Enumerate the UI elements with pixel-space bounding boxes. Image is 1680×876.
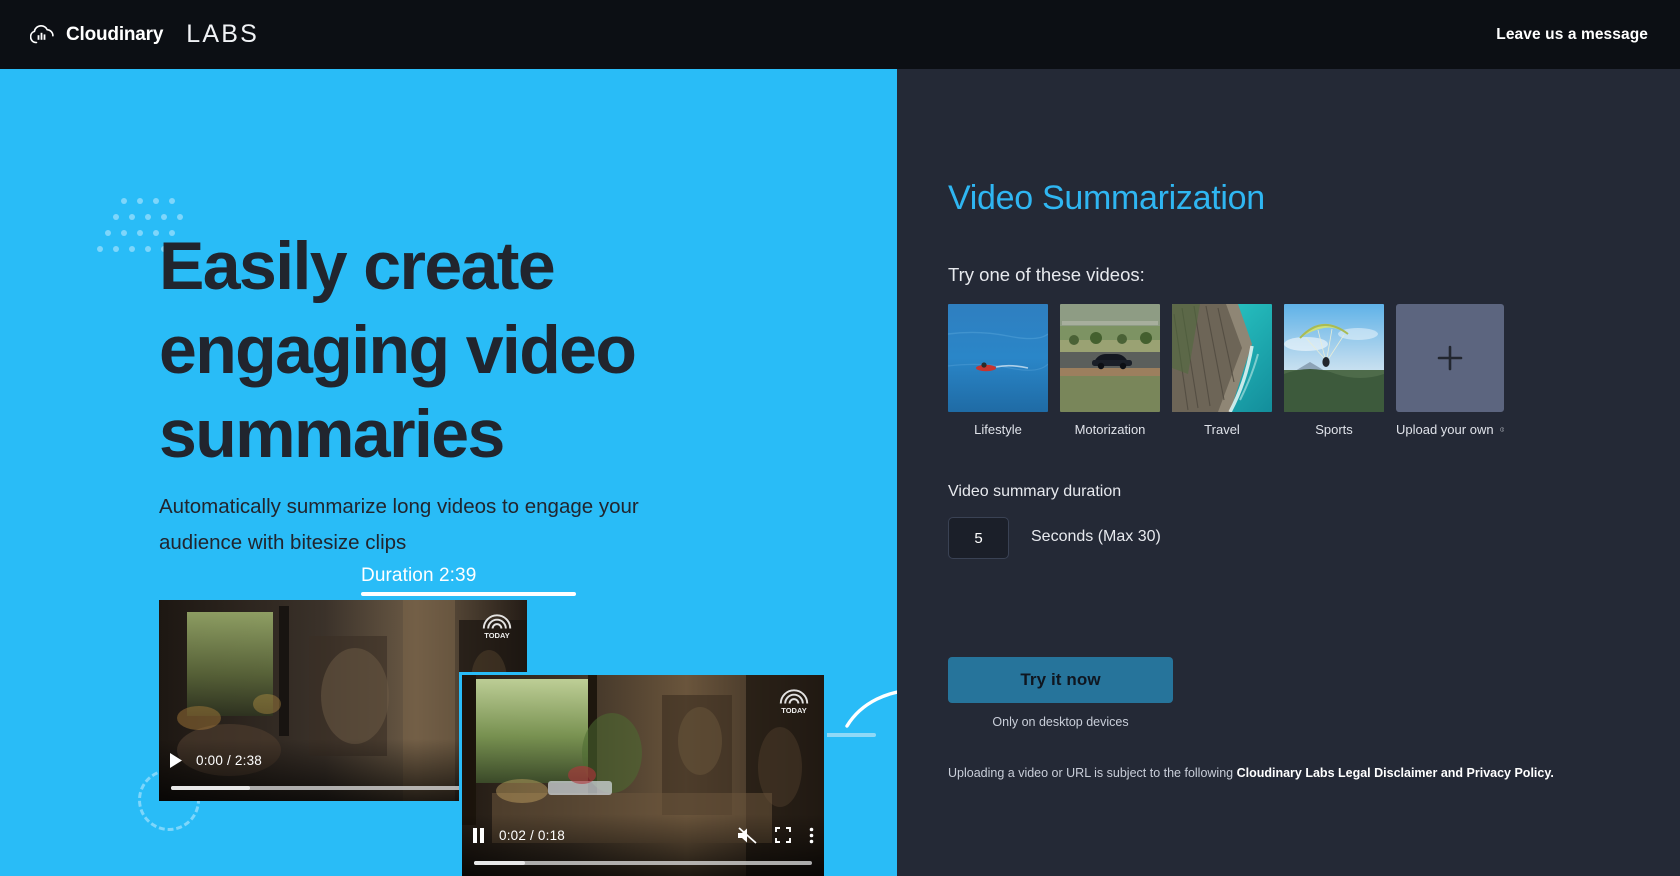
try-videos-label: Try one of these videos: (948, 264, 1145, 285)
sports-thumbnail-image (1284, 304, 1384, 412)
duration-input[interactable] (948, 517, 1009, 559)
curved-arrow-icon (845, 690, 897, 728)
lifestyle-label: Lifestyle (974, 422, 1022, 437)
kebab-menu-icon[interactable] (809, 827, 814, 844)
upload-label: Upload your own (1396, 422, 1494, 437)
summary-time-display: 0:02 / 0:18 (499, 827, 566, 843)
upload-caption: Upload your own (1396, 422, 1504, 437)
summary-progress-scrubber[interactable] (474, 861, 812, 865)
travel-thumbnail-image (1172, 304, 1272, 412)
cloud-icon (30, 24, 54, 43)
top-bar: Cloudinary LABS Leave us a message (0, 0, 1680, 69)
page-title: Easily create engaging video summaries (159, 228, 637, 472)
brand-labs: LABS (186, 20, 259, 48)
hero-subheading: Automatically summarize long videos to e… (159, 495, 639, 554)
video-thumbnail-sports[interactable]: Sports (1284, 304, 1384, 437)
legal-disclaimer: Uploading a video or URL is subject to t… (948, 764, 1554, 782)
video-thumbnail-row: Lifestyle Motorization Travel Sports Upl… (948, 304, 1504, 437)
summary-video-player[interactable]: TODAY 0:02 / 0:18 (459, 672, 827, 876)
motorization-label: Motorization (1074, 422, 1146, 437)
desktop-only-note: Only on desktop devices (992, 715, 1129, 729)
source-duration-caption: Duration 2:39 (361, 565, 576, 596)
brand-name: Cloudinary (66, 23, 164, 45)
info-icon[interactable] (1499, 422, 1504, 437)
svg-text:TODAY: TODAY (484, 631, 509, 640)
today-watermark-icon: TODAY (779, 689, 809, 715)
source-duration-label: Duration 2:39 (361, 565, 477, 586)
duration-units-label: Seconds (Max 30) (1031, 528, 1161, 545)
upload-your-own-tile[interactable]: Upload your own (1396, 304, 1504, 437)
motorization-thumbnail-image (1060, 304, 1160, 412)
video-thumbnail-motorization[interactable]: Motorization (1060, 304, 1160, 437)
source-time-display: 0:00 / 2:38 (196, 752, 263, 768)
summarization-panel: Video Summarization Try one of these vid… (897, 69, 1680, 876)
brand-logo[interactable]: Cloudinary LABS (30, 20, 259, 49)
legal-link[interactable]: Cloudinary Labs Legal Disclaimer and Pri… (1237, 766, 1554, 780)
pause-icon[interactable] (472, 827, 485, 843)
plus-icon (1437, 345, 1463, 371)
duration-field-label: Video summary duration (948, 483, 1122, 500)
play-icon[interactable] (169, 752, 182, 768)
today-watermark-icon: TODAY (482, 614, 512, 640)
video-thumbnail-lifestyle[interactable]: Lifestyle (948, 304, 1048, 437)
legal-prefix: Uploading a video or URL is subject to t… (948, 766, 1237, 780)
muted-volume-icon[interactable] (737, 826, 757, 844)
fullscreen-icon[interactable] (775, 827, 791, 843)
sports-label: Sports (1315, 422, 1353, 437)
try-it-now-button[interactable]: Try it now (948, 657, 1173, 703)
summary-player-controls: 0:02 / 0:18 (462, 814, 824, 876)
leave-us-a-message-link[interactable]: Leave us a message (1496, 26, 1648, 44)
svg-text:TODAY: TODAY (781, 706, 806, 715)
lifestyle-thumbnail-image (948, 304, 1048, 412)
panel-title: Video Summarization (948, 179, 1265, 217)
upload-tile-surface[interactable] (1396, 304, 1504, 412)
video-thumbnail-travel[interactable]: Travel (1172, 304, 1272, 437)
travel-label: Travel (1204, 422, 1240, 437)
source-duration-bar (361, 592, 576, 596)
